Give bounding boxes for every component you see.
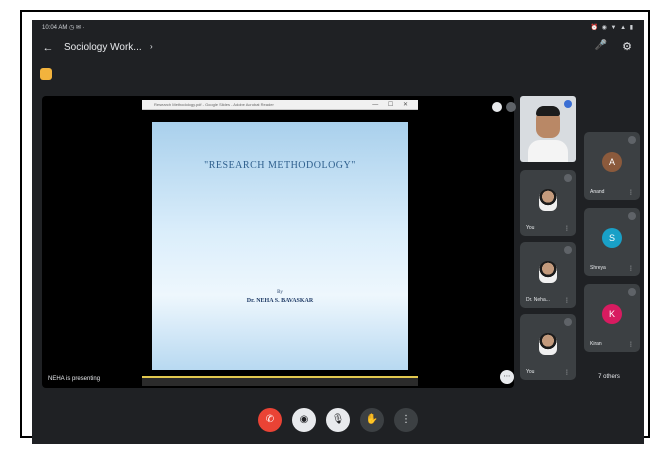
participant-mic-icon: ⋮ — [564, 370, 570, 376]
participant-mic-icon: ⋮ — [628, 190, 634, 196]
self-video-shirt — [528, 140, 568, 162]
participant-name: Shreya — [590, 265, 606, 271]
chevron-right-icon[interactable]: › — [150, 42, 153, 51]
presentation-stage[interactable]: Research Methodology.pdf - Google Slides… — [42, 96, 516, 390]
tile-menu-icon[interactable] — [628, 136, 636, 144]
shared-taskbar — [142, 376, 418, 386]
stage-options-button[interactable]: ⋯ — [500, 370, 514, 384]
more-options-icon[interactable]: ⋮ — [394, 408, 418, 432]
participant-initial: K — [602, 304, 622, 324]
participant-tile[interactable]: A Anand ⋮ — [584, 132, 640, 200]
participant-tile[interactable]: Dr. Neha... ⋮ — [520, 242, 576, 308]
audio-output-icon[interactable]: 🎤 — [594, 40, 608, 56]
participant-tile[interactable]: S Shreya ⋮ — [584, 208, 640, 276]
slide-by: By — [277, 290, 283, 295]
gear-icon[interactable]: ⚙ — [620, 40, 634, 56]
status-bar: 10:04 AM ◷ ✉ · ⏰ ◉ ▼ ▲ ▮ — [32, 20, 644, 34]
presenting-label: NEHA is presenting — [48, 376, 101, 382]
slide: "RESEARCH METHODOLOGY" By Dr. NEHA S. BA… — [152, 122, 408, 370]
tile-menu-icon[interactable] — [628, 288, 636, 296]
account-avatar[interactable] — [40, 68, 52, 80]
tile-menu-icon[interactable] — [564, 174, 572, 182]
participant-name: Kiran — [590, 341, 602, 347]
others-button[interactable]: 7 others — [584, 366, 634, 388]
back-arrow-icon[interactable]: ← — [40, 40, 56, 56]
participant-photo — [539, 189, 557, 211]
tile-menu-icon[interactable] — [564, 318, 572, 326]
participant-mic-icon: ⋮ — [564, 226, 570, 232]
slide-heading: "RESEARCH METHODOLOGY" — [204, 160, 356, 171]
stage-more-icon[interactable] — [506, 102, 516, 112]
control-bar: ✆ ◉ 🎙 ✋ ⋮ — [32, 396, 644, 444]
participant-mic-icon: ⋮ — [564, 298, 570, 304]
window-title: Research Methodology.pdf - Google Slides… — [154, 102, 274, 107]
participant-name: Anand — [590, 189, 605, 195]
status-right: ⏰ ◉ ▼ ▲ ▮ — [590, 25, 634, 31]
participant-name: You — [526, 225, 535, 231]
pin-icon[interactable] — [492, 102, 502, 112]
self-video-badge — [564, 100, 572, 108]
participant-tile[interactable]: K Kiran ⋮ — [584, 284, 640, 352]
status-left: 10:04 AM ◷ ✉ · — [42, 25, 85, 31]
participant-name: Dr. Neha... — [526, 297, 550, 303]
window-controls: — ☐ ✕ — [372, 102, 412, 108]
participant-initial: S — [602, 228, 622, 248]
microphone-icon[interactable]: 🎙 — [326, 408, 350, 432]
tile-menu-icon[interactable] — [628, 212, 636, 220]
participant-photo — [539, 261, 557, 283]
shared-screen: Research Methodology.pdf - Google Slides… — [142, 100, 418, 390]
self-video-hair — [536, 106, 560, 116]
end-call-icon[interactable]: ✆ — [258, 408, 282, 432]
participant-mic-icon: ⋮ — [628, 342, 634, 348]
camera-icon[interactable]: ◉ — [292, 408, 316, 432]
window-titlebar: Research Methodology.pdf - Google Slides… — [142, 100, 418, 110]
slide-author: Dr. NEHA S. BAVASKAR — [246, 298, 314, 304]
self-video-tile[interactable] — [520, 96, 576, 162]
tile-menu-icon[interactable] — [564, 246, 572, 254]
participant-mic-icon: ⋮ — [628, 266, 634, 272]
raise-hand-icon[interactable]: ✋ — [360, 408, 384, 432]
participant-tile[interactable]: You ⋮ — [520, 170, 576, 236]
meeting-title[interactable]: Sociology Work... — [64, 42, 142, 53]
participant-tile[interactable]: You ⋮ — [520, 314, 576, 380]
participant-name: You — [526, 369, 535, 375]
meet-app-screen: 10:04 AM ◷ ✉ · ⏰ ◉ ▼ ▲ ▮ ← Sociology Wor… — [32, 20, 644, 444]
app-bar: ← Sociology Work... › 🎤 ⚙ — [32, 34, 644, 62]
participant-photo — [539, 333, 557, 355]
participant-initial: A — [602, 152, 622, 172]
